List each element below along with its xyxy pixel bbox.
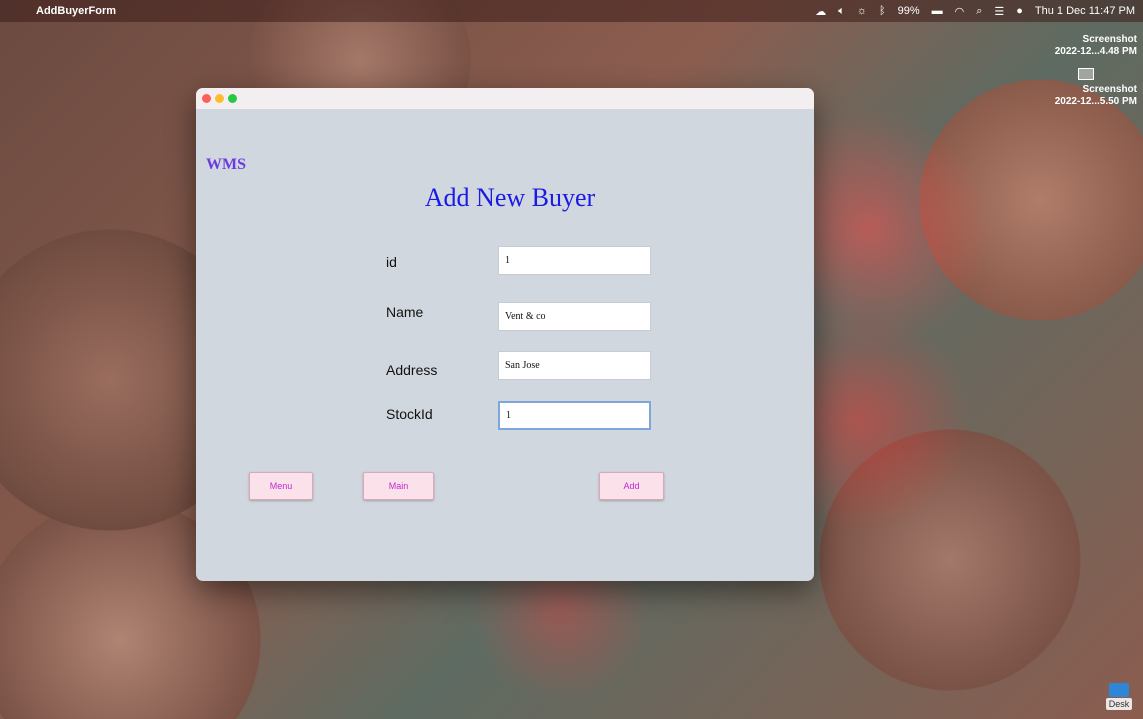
stock-id-label: StockId — [386, 406, 433, 422]
desktop-folder-shortcut[interactable]: Desk — [1099, 683, 1139, 710]
id-label: id — [386, 254, 397, 270]
id-field[interactable] — [498, 246, 651, 275]
address-field[interactable] — [498, 351, 651, 380]
cloud-app-icon[interactable]: ☁ — [815, 5, 826, 18]
screenshot-label-line1: Screenshot — [1082, 84, 1137, 95]
window-titlebar[interactable] — [196, 88, 814, 109]
folder-icon — [1109, 683, 1129, 697]
app-name-menu[interactable]: AddBuyerForm — [36, 5, 116, 17]
close-window-button[interactable] — [202, 94, 211, 103]
wifi-icon[interactable]: ◠ — [955, 5, 965, 18]
screenshot-label-line2: 2022-12...4.48 PM — [1054, 46, 1137, 57]
stock-id-field[interactable] — [498, 401, 651, 430]
screenshot-label-line2: 2022-12...5.50 PM — [1054, 96, 1137, 107]
desktop-screenshot-file-2[interactable]: Screenshot 2022-12...5.50 PM — [1055, 68, 1137, 108]
screenshot-thumbnail-icon — [1077, 68, 1094, 80]
battery-icon[interactable]: ▬ — [932, 5, 943, 17]
menu-bar: AddBuyerForm ☁ 🔈︎ ☼ ᛒ 99% ▬ ◠ ⌕ ☰ ● Thu … — [0, 0, 1143, 22]
page-title-text: Add New Buyer — [424, 183, 596, 212]
battery-percentage[interactable]: 99% — [898, 5, 920, 17]
keyboard-brightness-icon[interactable]: ☼ — [857, 5, 867, 17]
menu-button[interactable]: Menu — [249, 472, 313, 500]
main-button[interactable]: Main — [363, 472, 434, 500]
siri-icon[interactable]: ● — [1016, 5, 1023, 17]
zoom-window-button[interactable] — [228, 94, 237, 103]
add-buyer-window: WMS Add New Buyer id Name Address StockI… — [196, 88, 814, 581]
desktop-folder-label: Desk — [1105, 698, 1133, 710]
control-center-icon[interactable]: ☰ — [994, 5, 1004, 18]
brand-label: WMS — [206, 156, 246, 173]
page-title: Add New Buyer — [196, 183, 814, 213]
add-button[interactable]: Add — [599, 472, 664, 500]
address-label: Address — [386, 362, 438, 378]
status-area: ☁ 🔈︎ ☼ ᛒ 99% ▬ ◠ ⌕ ☰ ● Thu 1 Dec 11:47 P… — [815, 5, 1135, 18]
spotlight-search-icon[interactable]: ⌕ — [976, 5, 982, 18]
desktop-screenshot-file-1[interactable]: Screenshot 2022-12...4.48 PM — [1055, 34, 1137, 58]
name-label: Name — [386, 304, 424, 320]
name-field[interactable] — [498, 302, 651, 331]
volume-icon[interactable]: 🔈︎ — [838, 5, 845, 18]
screenshot-label-line1: Screenshot — [1082, 34, 1137, 45]
clock[interactable]: Thu 1 Dec 11:47 PM — [1035, 5, 1135, 17]
minimize-window-button[interactable] — [215, 94, 224, 103]
bluetooth-icon[interactable]: ᛒ — [879, 5, 886, 17]
